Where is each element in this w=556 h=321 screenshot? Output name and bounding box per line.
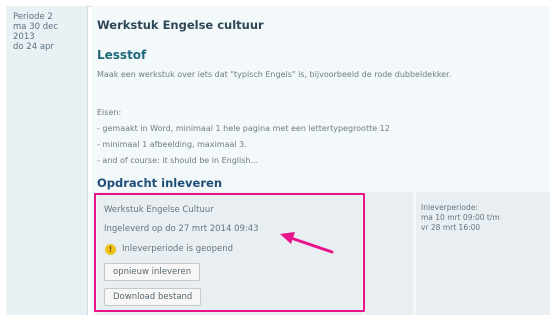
pointer-arrow-icon <box>280 232 334 254</box>
